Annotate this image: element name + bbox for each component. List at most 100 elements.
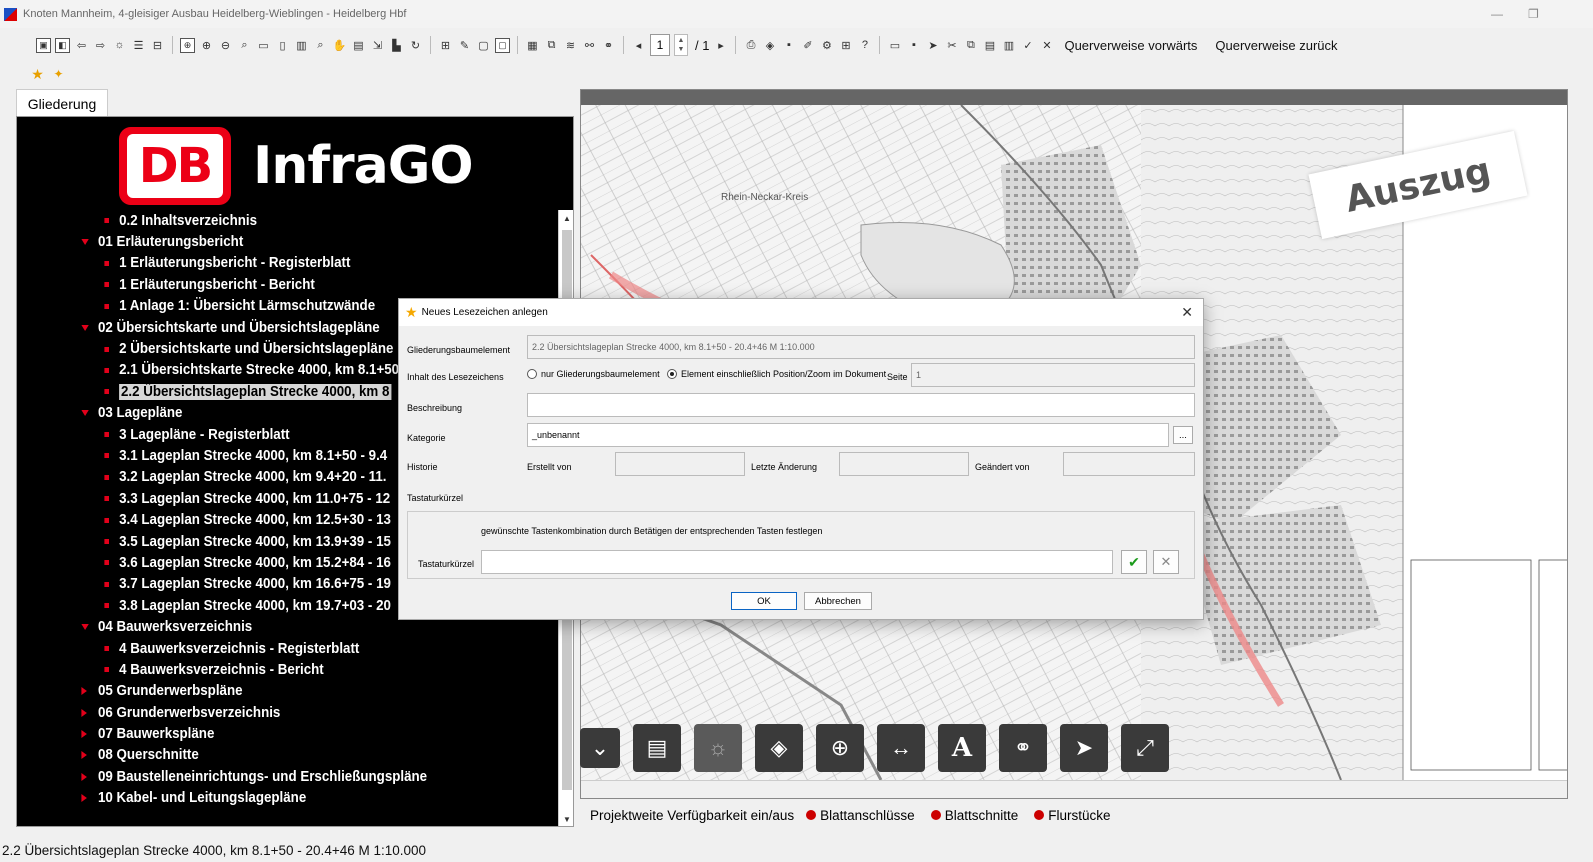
cross-ref-forward-button[interactable]: Querverweise vorwärts [1064,38,1197,53]
tree-item[interactable]: 1 Erläuterungsbericht - Registerblatt [17,253,495,274]
cut-icon[interactable]: ✂ [944,38,959,53]
maximize-button[interactable]: ❐ [1528,7,1539,21]
pointer-tool-icon[interactable]: ➤ [1060,724,1108,772]
collapsed-arrow-icon[interactable] [81,730,87,739]
category-input[interactable]: _unbenannt [527,423,1169,447]
help-icon[interactable]: ? [857,38,872,53]
layer-stack-icon[interactable]: ≋ [563,38,578,53]
layers-tool-icon[interactable]: ◈ [755,724,803,772]
confirm-shortcut-icon[interactable]: ✔ [1121,550,1147,574]
collapse-chevron-icon[interactable]: ⌄ [580,728,620,768]
export-icon[interactable]: ⇲ [370,38,385,53]
collapsed-arrow-icon[interactable] [81,708,87,717]
open-folder-icon[interactable]: ▭ [887,38,902,53]
tools-icon[interactable]: ✐ [800,38,815,53]
radio-with-position[interactable]: Element einschließlich Position/Zoom im … [667,369,886,379]
list-icon[interactable]: ☰ [131,38,146,53]
shortcut-input[interactable] [481,550,1113,574]
text-tool-icon[interactable]: A [938,724,986,772]
clipboard-icon[interactable]: ▥ [1001,38,1016,53]
cross-ref-back-button[interactable]: Querverweise zurück [1215,38,1337,53]
pen-icon[interactable]: ✎ [457,38,472,53]
bookmark-star-icon[interactable]: ★ [30,66,45,82]
fit-width-icon[interactable]: ▯ [275,38,290,53]
measure-icon[interactable]: ⊞ [438,38,453,53]
tree-item[interactable]: 4 Bauwerksverzeichnis - Registerblatt [17,638,495,659]
tree-item[interactable]: 1 Erläuterungsbericht - Bericht [17,274,495,295]
radio-outline-only[interactable]: nur Gliederungsbaumelement [527,369,660,379]
layers-icon[interactable]: ⊟ [150,38,165,53]
print-area-icon[interactable]: ▤ [351,38,366,53]
category-browse-button[interactable]: ... [1173,426,1193,444]
measure-width-icon[interactable]: ↔ [877,724,925,772]
tree-folder[interactable]: 09 Baustelleneinrichtungs- und Erschließ… [17,766,495,787]
delete-icon[interactable]: ✕ [1039,38,1054,53]
map-horizontal-scrollbar[interactable] [581,780,1567,798]
binoculars-icon[interactable]: ⚭ [601,38,616,53]
zoom-tool-icon[interactable]: ⊕ [816,724,864,772]
tree-folder[interactable]: 05 Grunderwerbspläne [17,681,495,702]
search-doc-icon[interactable]: ⌕ [313,38,328,53]
prev-page-icon[interactable]: ◂ [631,38,646,53]
print-icon[interactable]: ⎙ [743,38,758,53]
paste-icon[interactable]: ▤ [982,38,997,53]
cancel-button[interactable]: Abbrechen [804,592,872,610]
minimize-button[interactable]: — [1491,7,1503,21]
layer-flurstuecke[interactable]: Flurstücke [1048,808,1110,823]
zoom-out-icon[interactable]: ⊖ [218,38,233,53]
availability-toggle[interactable]: Projektweite Verfügbarkeit ein/aus [590,808,794,823]
fit-height-icon[interactable]: ▥ [294,38,309,53]
list-view-icon[interactable]: ▤ [633,724,681,772]
select-arrow-icon[interactable]: ➤ [925,38,940,53]
tree-folder[interactable]: 08 Querschnitte [17,745,495,766]
eraser-icon[interactable]: ✓ [1020,38,1035,53]
tab-outline[interactable]: Gliederung [16,89,108,117]
next-page-icon[interactable]: ▸ [713,38,728,53]
collapsed-arrow-icon[interactable] [81,751,87,760]
zoom-full-icon[interactable]: ⌕ [237,38,252,53]
tag-icon[interactable]: ◈ [762,38,777,53]
camera-icon[interactable]: ▪ [781,38,796,53]
settings-icon[interactable]: ⚙ [819,38,834,53]
tree-folder[interactable]: 06 Grunderwerbsverzeichnis [17,702,495,723]
save-icon[interactable]: ▪ [906,38,921,53]
fullscreen-icon[interactable]: ⤢ [1121,724,1169,772]
link-icon[interactable]: ⚯ [582,38,597,53]
collapsed-arrow-icon[interactable] [81,687,87,696]
clear-shortcut-icon[interactable]: ✕ [1153,550,1179,574]
ok-button[interactable]: OK [731,592,797,610]
forward-arrow-icon[interactable]: ⇨ [93,38,108,53]
page-spinner[interactable]: ▲ ▼ [674,34,688,56]
brightness-icon[interactable]: ☼ [112,38,127,53]
page-input[interactable]: 1 [650,34,670,56]
expanded-arrow-icon[interactable] [81,624,89,631]
rotate-icon[interactable]: ↻ [408,38,423,53]
fit-page-icon[interactable]: ▭ [256,38,271,53]
grid-icon[interactable]: ⊞ [838,38,853,53]
description-input[interactable] [527,393,1195,417]
close-icon[interactable]: ✕ [1181,304,1193,321]
brightness-tool-icon[interactable]: ☼ [694,724,742,772]
toggle-panel-icon[interactable]: ◧ [55,37,70,53]
tree-item[interactable]: 4 Bauwerksverzeichnis - Bericht [17,659,495,680]
pan-icon[interactable]: ✋ [332,38,347,53]
collapsed-arrow-icon[interactable] [81,772,87,781]
page-icon[interactable]: ▢ [476,38,491,53]
expanded-arrow-icon[interactable] [81,410,89,417]
expanded-arrow-icon[interactable] [81,239,89,246]
collapsed-arrow-icon[interactable] [81,794,87,803]
layer-blattschnitte[interactable]: Blattschnitte [945,808,1019,823]
toggle-outline-icon[interactable]: ▣ [36,37,51,53]
tree-folder[interactable]: 10 Kabel- und Leitungslagepläne [17,788,495,809]
tree-folder[interactable]: 01 Erläuterungsbericht [17,231,495,252]
chart-icon[interactable]: ▙ [389,38,404,53]
stamp-icon[interactable]: ▦ [525,38,540,53]
binoculars-tool-icon[interactable]: ⚭ [999,724,1047,772]
layer-blattanschluesse[interactable]: Blattanschlüsse [820,808,915,823]
copy-icon[interactable]: ⧉ [544,38,559,53]
back-arrow-icon[interactable]: ⇦ [74,38,89,53]
copy2-icon[interactable]: ⧉ [963,38,978,53]
zoom-in-icon[interactable]: ⊕ [199,38,214,53]
tree-item[interactable]: 0.2 Inhaltsverzeichnis [17,210,495,231]
tree-folder[interactable]: 07 Bauwerkspläne [17,723,495,744]
